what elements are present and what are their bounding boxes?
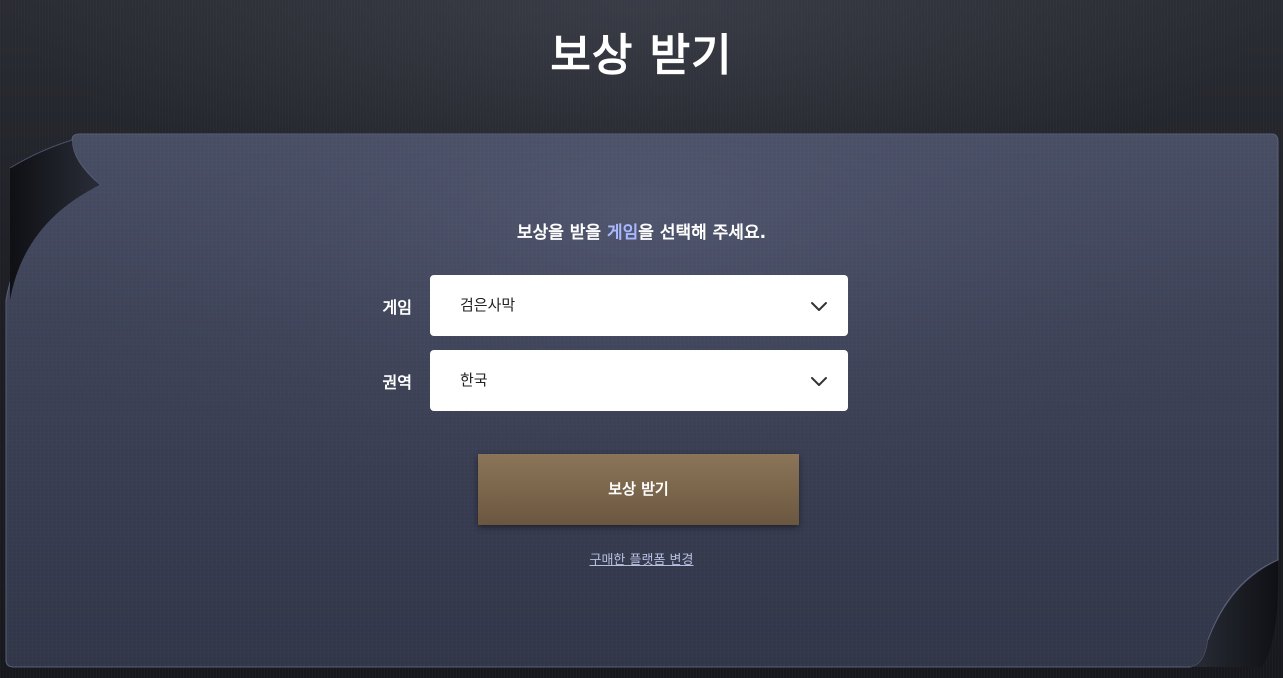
change-platform-row: 구매한 플랫폼 변경 — [0, 551, 1283, 571]
chevron-down-icon — [811, 302, 827, 311]
game-label: 게임 — [382, 298, 412, 317]
page-title: 보상 받기 — [550, 30, 733, 81]
chevron-down-icon — [811, 377, 827, 386]
region-label: 권역 — [382, 373, 412, 392]
instruction-text: 보상을 받을 게임을 선택해 주세요. — [0, 220, 1283, 246]
game-select-value: 검은사막 — [460, 296, 516, 314]
game-select[interactable]: 검은사막 — [430, 275, 848, 336]
reward-panel-background — [5, 133, 1279, 668]
instruction-text-start: 보상을 받을 — [516, 223, 607, 243]
region-select[interactable]: 한국 — [430, 350, 848, 411]
region-select-value: 한국 — [460, 371, 488, 389]
instruction-highlight: 게임 — [606, 223, 639, 243]
change-platform-link[interactable]: 구매한 플랫폼 변경 — [590, 553, 694, 568]
claim-reward-button[interactable]: 보상 받기 — [478, 454, 799, 525]
instruction-text-end: 을 선택해 주세요. — [638, 223, 767, 243]
